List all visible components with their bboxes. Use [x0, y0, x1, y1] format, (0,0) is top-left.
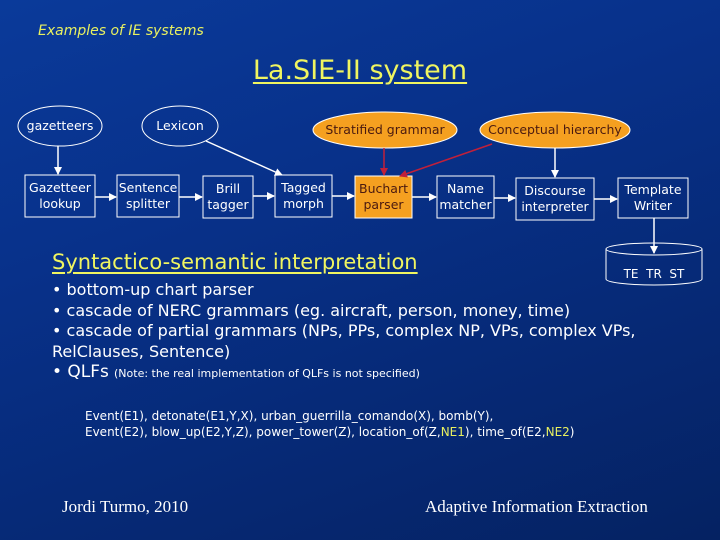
module-label-brill-tagger: Brill tagger [203, 181, 253, 213]
pipeline-diagram [17, 105, 703, 286]
label-line: Tagged [281, 180, 326, 195]
resource-label-stratified: Stratified grammar [325, 122, 445, 137]
label-line: Gazetteer [29, 180, 91, 195]
label-line: Sentence [118, 180, 178, 195]
bullet-item: • cascade of NERC grammars (eg. aircraft… [52, 300, 571, 320]
label-line: morph [283, 196, 324, 211]
module-label-discourse-interpreter: Discourse interpreter [516, 183, 594, 215]
bullet-item: • cascade of partial grammars (NPs, PPs,… [52, 321, 636, 340]
label-line: splitter [125, 196, 171, 211]
edge-conceptual-buchart [399, 143, 493, 178]
edge-lexicon-morph [205, 140, 283, 176]
module-label-buchart-parser: Buchart parser [355, 181, 412, 213]
bullet-list: • bottom-up chart parser • cascade of NE… [52, 280, 692, 385]
label-line: Writer [633, 198, 673, 213]
bullet-item: • bottom-up chart parser [52, 280, 254, 299]
text-segment: ) [569, 425, 575, 439]
qlf-example-line: Event(E2), blow_up(E2,Y,Z), power_tower(… [85, 424, 574, 440]
label-line: interpreter [521, 199, 589, 214]
qlf-example-line: Event(E1), detonate(E1,Y,X), urban_guerr… [85, 409, 494, 423]
named-entity-highlight: NE1 [440, 425, 465, 439]
module-label-sentence-splitter: Sentence splitter [117, 180, 179, 212]
label-line: matcher [439, 197, 492, 212]
text-segment: Event(E2), blow_up(E2,Y,Z), power_tower(… [85, 425, 441, 439]
text-segment: ), time_of(E2, [464, 425, 546, 439]
label-line: parser [363, 197, 404, 212]
qlf-label: • QLFs [52, 362, 109, 382]
named-entity-highlight: NE2 [545, 425, 570, 439]
section-title: Syntactico-semantic interpretation [52, 250, 418, 274]
label-line: Name [447, 181, 484, 196]
label-line: Buchart [359, 181, 408, 196]
footer-course: Adaptive Information Extraction [425, 497, 648, 516]
resource-label-gazetteers: gazetteers [26, 118, 94, 133]
label-line: Discourse [524, 183, 586, 198]
label-line: lookup [39, 196, 81, 211]
module-label-tagged-morph: Tagged morph [275, 180, 332, 212]
bullet-item-qlf: • QLFs (Note: the real implementation of… [52, 362, 692, 385]
resource-label-lexicon: Lexicon [156, 118, 204, 133]
resource-label-conceptual: Conceptual hierarchy [488, 122, 622, 137]
module-label-name-matcher: Name matcher [437, 181, 494, 213]
label-line: Template [624, 182, 682, 197]
qlf-example: Event(E1), detonate(E1,Y,X), urban_guerr… [85, 408, 574, 440]
qlf-note: (Note: the real implementation of QLFs i… [114, 367, 420, 380]
module-label-gazetteer-lookup: Gazetteer lookup [25, 180, 95, 212]
module-label-template-writer: Template Writer [618, 182, 688, 214]
footer-author: Jordi Turmo, 2010 [62, 497, 189, 516]
label-line: Brill [215, 181, 241, 196]
label-line: tagger [207, 197, 249, 212]
bullet-item: RelClauses, Sentence) [52, 341, 231, 361]
